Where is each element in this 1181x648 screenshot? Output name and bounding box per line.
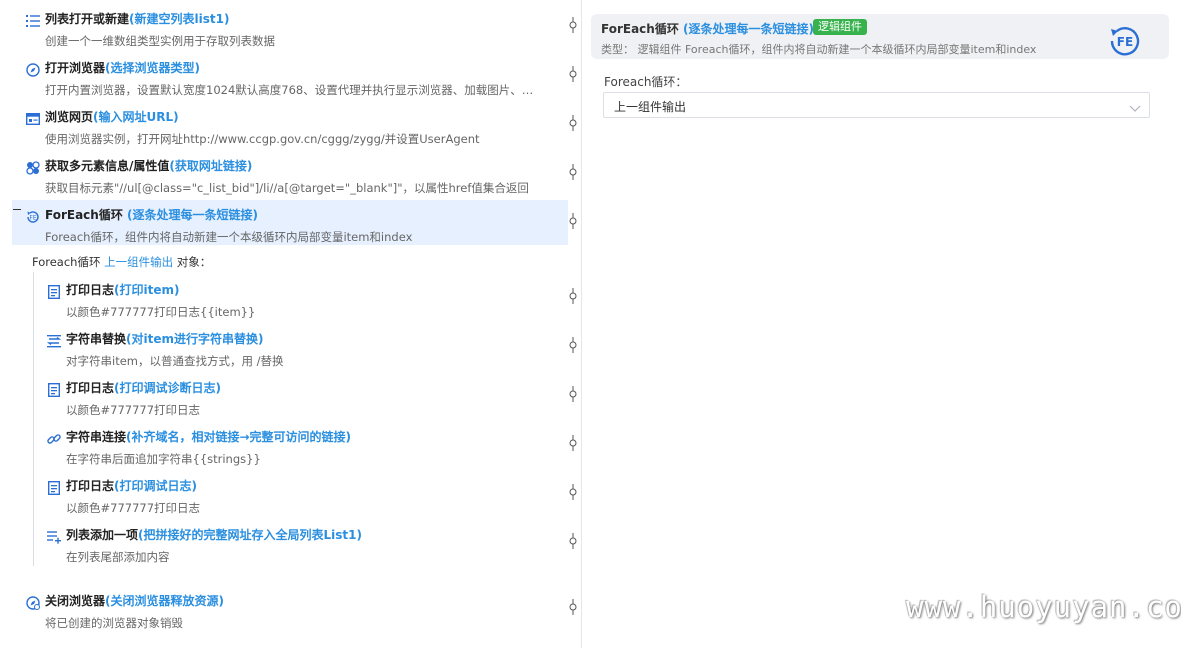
step-string-replace[interactable]: 字符串替换(对item进行字符串替换) 对字符串item，以普通查找方式，用 /… — [40, 324, 568, 372]
step-description: 获取目标元素"//ul[@class="c_list_bid"]/li//a[@… — [45, 181, 529, 195]
step-description: 以颜色#777777打印日志{{item}} — [66, 305, 256, 319]
detail-title: ForEach循环 (逐条处理每一条短链接) — [601, 22, 814, 36]
step-alias: (获取网址链接) — [169, 159, 253, 173]
step-alias: (补齐域名，相对链接→完整可访问的链接) — [126, 430, 352, 444]
step-alias: (打印调试日志) — [114, 479, 197, 493]
browser-close-icon — [26, 595, 40, 610]
connector-port[interactable] — [569, 533, 577, 549]
step-close-browser[interactable]: 关闭浏览器(关闭浏览器释放资源) 将已创建的浏览器对象销毁 — [12, 586, 568, 634]
step-alias: (对item进行字符串替换) — [126, 332, 264, 346]
detail-description: 类型： 逻辑组件 Foreach循环，组件内将自动新建一个本级循环内局部变量it… — [601, 43, 1037, 56]
string-concat-icon — [47, 431, 61, 445]
step-alias: (选择浏览器类型) — [105, 61, 200, 75]
foreach-source-select[interactable]: 上一组件输出 — [603, 92, 1150, 118]
foreach-icon: FE — [26, 209, 40, 223]
connector-port[interactable] — [569, 213, 577, 229]
step-title: 打开浏览器(选择浏览器类型) — [45, 61, 200, 75]
step-string-concat[interactable]: 字符串连接(补齐域名，相对链接→完整可访问的链接) 在字符串后面追加字符串{{s… — [40, 422, 568, 470]
step-print-log[interactable]: 打印日志(打印调试诊断日志) 以颜色#777777打印日志 — [40, 373, 568, 421]
step-alias: (把拼接好的完整网址存入全局列表List1) — [138, 528, 362, 542]
step-description: 以颜色#777777打印日志 — [66, 403, 201, 417]
flow-canvas: 列表打开或新建(新建空列表list1) 创建一个一维数组类型实例用于存取列表数据… — [0, 0, 582, 648]
connector-port[interactable] — [569, 288, 577, 304]
list-icon — [26, 13, 40, 27]
multi-element-icon — [26, 160, 40, 175]
step-print-log[interactable]: 打印日志(打印item) 以颜色#777777打印日志{{item}} — [40, 275, 568, 323]
string-replace-icon — [46, 333, 62, 348]
connector-port[interactable] — [569, 435, 577, 451]
connector-port[interactable] — [569, 115, 577, 131]
detail-alias: (逐条处理每一条短链接) — [683, 22, 814, 36]
browser-open-icon — [26, 62, 40, 77]
step-browse-webpage[interactable]: 浏览网页(输入网址URL) 使用浏览器实例，打开网址http://www.ccg… — [12, 102, 568, 150]
connector-port[interactable] — [569, 386, 577, 402]
connector-port[interactable] — [569, 599, 577, 615]
step-alias: (关闭浏览器释放资源) — [105, 594, 224, 608]
svg-text:FE: FE — [1117, 35, 1133, 49]
step-description: 以颜色#777777打印日志 — [66, 501, 201, 515]
step-title: 打印日志(打印item) — [66, 283, 180, 297]
connector-port[interactable] — [569, 164, 577, 180]
webpage-icon — [25, 111, 41, 126]
step-print-log[interactable]: 打印日志(打印调试日志) 以颜色#777777打印日志 — [40, 471, 568, 519]
select-value: 上一组件输出 — [614, 100, 687, 114]
step-title: 浏览网页(输入网址URL) — [45, 110, 179, 124]
connector-port[interactable] — [569, 484, 577, 500]
step-title: 字符串替换(对item进行字符串替换) — [66, 332, 264, 346]
step-title: 关闭浏览器(关闭浏览器释放资源) — [45, 594, 224, 608]
step-title: 列表添加一项(把拼接好的完整网址存入全局列表List1) — [66, 528, 362, 542]
step-get-multi-element[interactable]: 获取多元素信息/属性值(获取网址链接) 获取目标元素"//ul[@class="… — [12, 151, 568, 199]
step-description: 使用浏览器实例，打开网址http://www.ccgp.gov.cn/cggg/… — [45, 132, 480, 146]
foreach-source-link[interactable]: 上一组件输出 — [104, 255, 173, 269]
foreach-target-label: Foreach循环 上一组件输出 对象： — [32, 255, 212, 269]
component-detail-header: ForEach循环 (逐条处理每一条短链接) 逻辑组件 类型： 逻辑组件 For… — [591, 14, 1169, 59]
list-add-icon — [47, 529, 61, 544]
step-alias: (打印调试诊断日志) — [114, 381, 221, 395]
step-description: 创建一个一维数组类型实例用于存取列表数据 — [45, 34, 275, 48]
step-description: 将已创建的浏览器对象销毁 — [45, 616, 183, 630]
connector-port[interactable] — [569, 337, 577, 353]
chevron-down-icon — [1129, 99, 1141, 118]
step-title: 获取多元素信息/属性值(获取网址链接) — [45, 159, 253, 173]
step-list-add-item[interactable]: 列表添加一项(把拼接好的完整网址存入全局列表List1) 在列表尾部添加内容 — [40, 520, 568, 568]
step-alias: (打印item) — [114, 283, 180, 297]
watermark: www.huoyuyan.com — [906, 590, 1181, 624]
step-description: 在列表尾部添加内容 — [66, 550, 170, 564]
print-log-icon — [47, 382, 61, 398]
step-foreach-loop[interactable]: FE ForEach循环 (逐条处理每一条短链接) Foreach循环，组件内将… — [12, 200, 568, 245]
svg-text:FE: FE — [29, 215, 36, 222]
loop-body-guide — [33, 272, 34, 566]
step-description: 对字符串item，以普通查找方式，用 /替换 — [66, 354, 284, 368]
connector-port[interactable] — [569, 66, 577, 82]
foreach-large-icon: FE — [1107, 23, 1143, 59]
step-alias: (新建空列表list1) — [129, 12, 230, 26]
step-title: 列表打开或新建(新建空列表list1) — [45, 12, 230, 26]
pane-divider[interactable] — [581, 0, 582, 648]
component-type-badge: 逻辑组件 — [813, 19, 867, 35]
step-alias: (逐条处理每一条短链接) — [127, 208, 258, 222]
step-description: 打开内置浏览器，设置默认宽度1024默认高度768、设置代理并执行显示浏览器、加… — [45, 83, 534, 97]
connector-port[interactable] — [569, 17, 577, 33]
step-description: 在字符串后面追加字符串{{strings}} — [66, 452, 261, 466]
step-title: 打印日志(打印调试诊断日志) — [66, 381, 221, 395]
step-alias: (输入网址URL) — [93, 110, 179, 124]
step-title: 字符串连接(补齐域名，相对链接→完整可访问的链接) — [66, 430, 352, 444]
foreach-field-label: Foreach循环： — [604, 75, 688, 89]
collapse-toggle[interactable] — [13, 209, 21, 210]
step-description: Foreach循环，组件内将自动新建一个本级循环内局部变量item和index — [45, 230, 413, 244]
print-log-icon — [47, 480, 61, 496]
step-title: 打印日志(打印调试日志) — [66, 479, 197, 493]
step-open-browser[interactable]: 打开浏览器(选择浏览器类型) 打开内置浏览器，设置默认宽度1024默认高度768… — [12, 53, 568, 101]
step-title: ForEach循环 (逐条处理每一条短链接) — [45, 208, 258, 222]
step-list-open[interactable]: 列表打开或新建(新建空列表list1) 创建一个一维数组类型实例用于存取列表数据 — [12, 4, 568, 52]
print-log-icon — [47, 284, 61, 300]
